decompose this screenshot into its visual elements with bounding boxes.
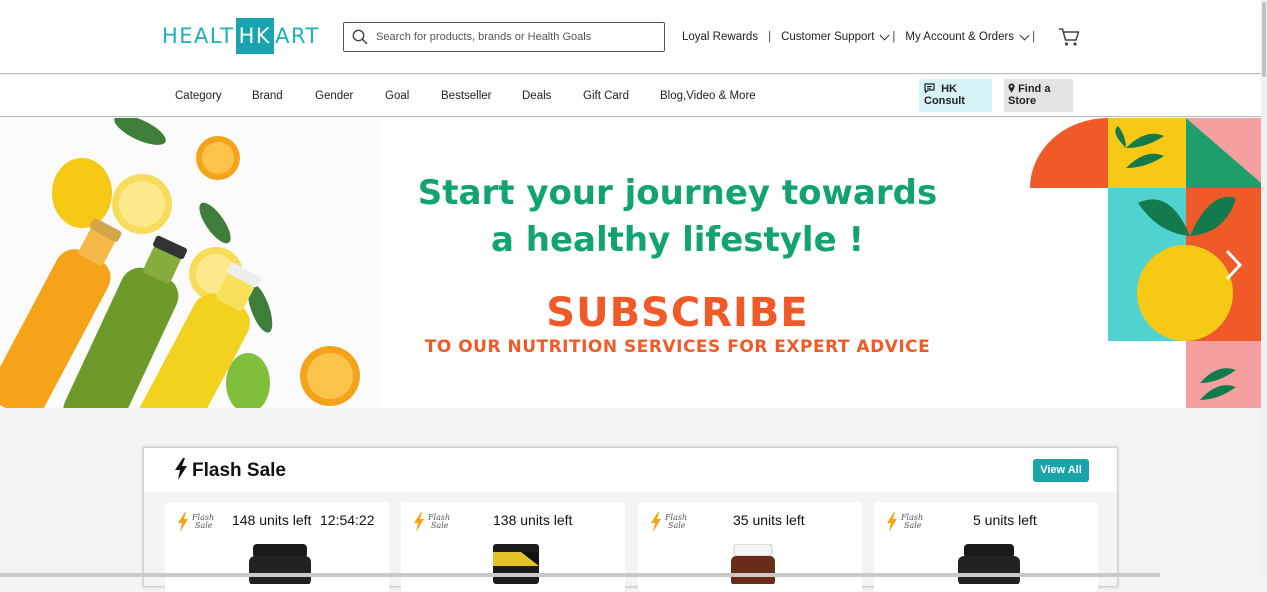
nav-item-blog-video[interactable]: Blog,Video & More [660,90,756,102]
banner-cta-subtitle: TO OUR NUTRITION SERVICES FOR EXPERT ADV… [424,337,931,357]
flash-sale-bolt-icon [887,512,897,532]
banner-headline-line2: a healthy lifestyle ! [491,220,864,260]
carousel-prev-arrow[interactable] [18,248,40,282]
nav-item-goal[interactable]: Goal [385,90,409,102]
product-card[interactable]: Flash Sale 5 units left [874,502,1098,592]
customer-support-link[interactable]: Customer Support [781,30,890,43]
top-links: Loyal Rewards | Customer Support | My Ac… [682,30,1045,43]
flash-sale-bolt-icon [414,512,424,532]
find-store-label-1: Find a [1018,83,1051,95]
chevron-down-icon [879,30,890,40]
flash-sale-badge-line2: Sale [668,521,686,530]
hero-banner[interactable]: Start your journey towards a healthy lif… [0,118,1267,408]
flash-sale-badge-line2: Sale [195,521,213,530]
flash-sale-bolt-icon [651,512,661,532]
flash-sale-badge: Flash Sale [665,514,687,530]
chevron-down-icon [1019,30,1030,40]
main-nav: Category Brand Gender Goal Bestseller De… [0,75,1267,117]
product-card[interactable]: Flash Sale 148 units left 12:54:22 [165,502,389,592]
nav-item-brand[interactable]: Brand [252,90,283,102]
flash-sale-badge: Flash Sale [901,514,923,530]
nav-item-bestseller[interactable]: Bestseller [441,90,492,102]
view-all-button[interactable]: View All [1033,459,1089,482]
my-account-label: My Account & Orders [905,31,1015,43]
flash-sale-badge: Flash Sale [428,514,450,530]
product-card[interactable]: Flash Sale 35 units left [638,502,862,592]
customer-support-label: Customer Support [781,31,875,43]
hk-consult-label-2: Consult [924,95,965,107]
healthkart-logo[interactable]: HEALT HK ART [162,17,320,55]
flash-sale-bolt-icon [178,512,188,532]
banner-headline-line1: Start your journey towards [417,173,938,213]
loyal-rewards-label: Loyal Rewards [682,31,759,43]
logo-text-part3: ART [275,24,320,48]
search-input[interactable] [376,31,656,43]
sale-timer: 12:54:22 [320,512,375,528]
units-left: 148 units left [232,512,312,528]
my-account-link[interactable]: My Account & Orders [905,30,1030,43]
lightning-icon [175,458,187,480]
scrollbar-thumb[interactable] [1262,2,1266,77]
location-pin-icon [1008,83,1015,93]
units-left: 5 units left [973,512,1037,528]
loyal-rewards-link[interactable]: Loyal Rewards [682,31,758,43]
cart-icon[interactable] [1058,27,1080,47]
flash-sale-badge: Flash Sale [192,514,214,530]
units-left: 138 units left [493,512,573,528]
search-bar[interactable] [343,22,665,52]
logo-text-part1: HEALT [162,24,235,48]
divider: | [1032,31,1036,43]
logo-text-hk: HK [235,18,275,54]
product-image [731,544,775,584]
divider: | [768,31,772,43]
units-left: 35 units left [733,512,805,528]
product-image [958,544,1020,584]
carousel-next-arrow[interactable] [1222,248,1244,282]
flash-sale-section: Flash Sale View All Flash Sale 148 units … [143,447,1118,592]
find-store-label-2: Store [1008,95,1037,107]
divider: | [892,31,896,43]
hk-consult-label-1: HK [941,83,957,95]
flash-sale-badge-line2: Sale [904,521,922,530]
nav-item-gender[interactable]: Gender [315,90,353,102]
banner-headline: Start your journey towards a healthy lif… [400,170,955,264]
nav-item-category[interactable]: Category [175,90,222,102]
nav-item-gift-card[interactable]: Gift Card [583,90,629,102]
top-header: HEALTHKART Loyal Rewards | Customer Supp… [0,0,1267,74]
juice-bottles-illustration [0,118,380,408]
search-icon [352,29,368,45]
find-store-button[interactable]: Find a Store [1004,79,1073,112]
product-image [493,544,539,584]
flash-sale-title: Flash Sale [192,460,286,481]
flash-sale-header: Flash Sale View All [144,448,1117,492]
nav-item-deals[interactable]: Deals [522,90,551,102]
product-image [249,544,311,584]
product-card[interactable]: Flash Sale 138 units left [401,502,625,592]
chat-icon [924,83,935,94]
vertical-scrollbar[interactable] [1261,0,1267,577]
horizontal-scrollbar[interactable] [0,573,1160,577]
hk-consult-button[interactable]: HK Consult [919,79,992,112]
flash-sale-badge-line2: Sale [431,521,449,530]
banner-cta: SUBSCRIBE [546,290,809,336]
